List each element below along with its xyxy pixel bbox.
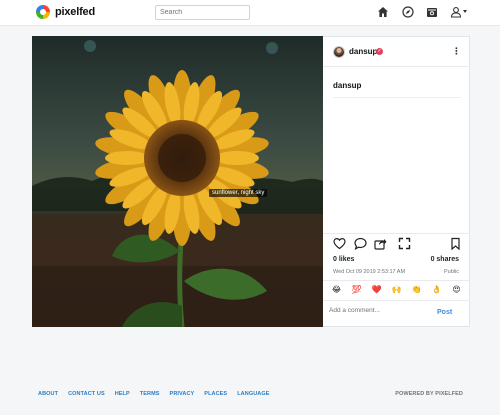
author-username[interactable]: dansup (349, 47, 377, 56)
visibility-label: Public (444, 269, 459, 275)
post-timestamp[interactable]: Wed Oct 09 2019 2:53:17 AM (333, 269, 405, 275)
home-icon[interactable] (377, 6, 389, 18)
heart-icon[interactable] (333, 237, 346, 250)
shares-count[interactable]: 0 shares (431, 256, 459, 263)
user-icon[interactable] (450, 6, 462, 18)
emoji-reactions: 😂 💯 ❤️ 🙌 👏 👌 😍 (331, 285, 462, 295)
comment-icon[interactable] (354, 237, 367, 250)
footer-link-places[interactable]: PLACES (204, 391, 227, 397)
emoji-divider (323, 280, 470, 281)
footer-link-terms[interactable]: TERMS (140, 391, 160, 397)
footer-links: ABOUT CONTACT US HELP TERMS PRIVACY PLAC… (38, 391, 280, 397)
footer-link-contact[interactable]: CONTACT US (68, 391, 105, 397)
camera-icon[interactable] (426, 6, 438, 18)
chevron-down-icon[interactable] (463, 10, 467, 13)
caption-username[interactable]: dansup (333, 81, 361, 90)
emoji-joy[interactable]: 😂 (331, 285, 342, 295)
post-comment-button[interactable]: Post (437, 309, 452, 316)
brand-name: pixelfed (55, 6, 95, 18)
actions-divider (323, 233, 470, 234)
comment-input[interactable] (329, 303, 429, 317)
verified-badge-icon: ✓ (376, 48, 383, 55)
caption-divider (333, 97, 461, 98)
footer-link-about[interactable]: ABOUT (38, 391, 58, 397)
search-input[interactable] (155, 5, 250, 20)
top-navbar: pixelfed (0, 0, 500, 26)
more-options-icon[interactable]: ⋮ (452, 47, 461, 56)
sunflower-photo (32, 36, 323, 327)
emoji-heart-eyes[interactable]: 😍 (451, 285, 462, 295)
emoji-heart[interactable]: ❤️ (371, 285, 382, 295)
likes-count[interactable]: 0 likes (333, 256, 354, 263)
footer-link-privacy[interactable]: PRIVACY (170, 391, 195, 397)
pixelfed-logo-icon (36, 5, 50, 19)
comment-divider (323, 300, 470, 301)
avatar[interactable] (333, 46, 345, 58)
post-sidebar: dansup ✓ ⋮ dansup 0 likes 0 shares Wed O… (323, 36, 470, 327)
share-icon[interactable] (374, 237, 387, 250)
footer-link-language[interactable]: LANGUAGE (237, 391, 269, 397)
compass-icon[interactable] (402, 6, 414, 18)
footer-link-help[interactable]: HELP (115, 391, 130, 397)
image-alt-label: sunflower, night sky (209, 189, 268, 197)
powered-by[interactable]: POWERED BY PIXELFED (395, 391, 463, 397)
post-header: dansup ✓ ⋮ (323, 37, 470, 67)
bookmark-icon[interactable] (449, 237, 462, 250)
post-image[interactable]: sunflower, night sky (32, 36, 323, 327)
emoji-clap[interactable]: 👏 (411, 285, 422, 295)
emoji-hundred[interactable]: 💯 (351, 285, 362, 295)
brand-link[interactable]: pixelfed (36, 5, 95, 19)
emoji-ok-hand[interactable]: 👌 (431, 285, 442, 295)
emoji-raised-hands[interactable]: 🙌 (391, 285, 402, 295)
expand-icon[interactable] (398, 237, 411, 250)
